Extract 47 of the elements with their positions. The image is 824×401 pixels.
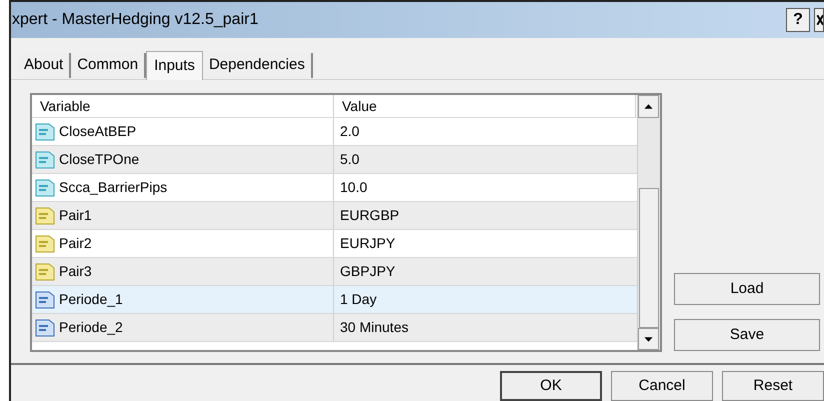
column-header[interactable]: Value <box>334 95 636 117</box>
value-type-icon <box>35 318 55 336</box>
scroll-thumb[interactable] <box>639 188 659 328</box>
column-header[interactable]: Variable <box>32 95 334 117</box>
table-row[interactable]: Scca_BarrierPips 10.0 <box>32 174 637 202</box>
variable-name: Scca_BarrierPips <box>59 178 168 197</box>
variable-name: Pair3 <box>59 262 92 281</box>
table-row[interactable]: Pair2 EURJPY <box>32 230 637 258</box>
close-icon[interactable] <box>814 8 824 32</box>
value-type-icon <box>35 150 55 168</box>
dialog-button[interactable]: Cancel <box>611 371 713 401</box>
variable-value: EURGBP <box>340 206 400 225</box>
value-type-icon <box>35 178 55 196</box>
help-button[interactable]: ? <box>786 8 810 32</box>
variable-name: Pair1 <box>59 206 92 225</box>
variable-name: CloseTPOne <box>59 150 140 169</box>
side-button[interactable]: Load <box>674 273 820 305</box>
variable-name: CloseAtBEP <box>59 122 136 141</box>
variable-value: EURJPY <box>340 234 396 253</box>
value-type-icon <box>35 262 55 280</box>
variable-value: 30 Minutes <box>340 318 408 337</box>
value-type-icon <box>35 122 55 140</box>
variable-value: GBPJPY <box>340 262 396 281</box>
table-row[interactable]: Pair1 EURGBP <box>32 202 637 230</box>
table-row[interactable]: CloseAtBEP 2.0 <box>32 118 637 146</box>
window-title: xpert - MasterHedging v12.5_pair1 <box>11 10 260 30</box>
variable-value: 10.0 <box>340 178 368 197</box>
scroll-up-icon[interactable] <box>638 95 659 118</box>
variable-value: 5.0 <box>340 150 360 169</box>
value-type-icon <box>35 206 55 224</box>
table-row[interactable]: Periode_2 30 Minutes <box>32 314 637 342</box>
scroll-down-icon[interactable] <box>638 328 659 350</box>
table-row[interactable]: Pair3 GBPJPY <box>32 258 637 286</box>
variable-value: 2.0 <box>340 122 360 141</box>
dialog-button[interactable]: OK <box>500 371 602 401</box>
tab[interactable]: Inputs <box>146 51 203 80</box>
variable-name: Periode_1 <box>59 290 123 309</box>
variable-value: 1 Day <box>340 290 377 309</box>
value-type-icon <box>35 234 55 252</box>
variable-name: Pair2 <box>59 234 92 253</box>
scrollbar[interactable] <box>637 95 660 350</box>
value-type-icon <box>35 290 55 308</box>
table-row[interactable]: Periode_1 1 Day <box>32 286 637 314</box>
side-button[interactable]: Save <box>674 319 820 351</box>
dialog-button[interactable]: Reset <box>722 371 824 401</box>
variable-name: Periode_2 <box>59 318 123 337</box>
table-row[interactable]: CloseTPOne 5.0 <box>32 146 637 174</box>
